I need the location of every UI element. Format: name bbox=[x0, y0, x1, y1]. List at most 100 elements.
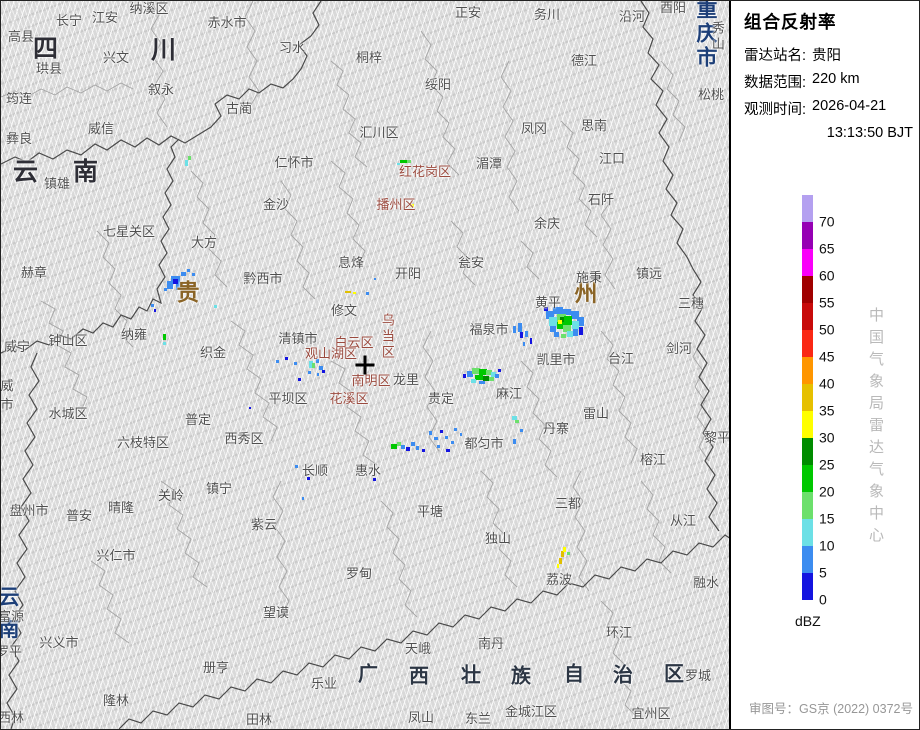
map-label: 珙县 bbox=[35, 61, 63, 77]
map-label: 镇雄 bbox=[43, 176, 71, 192]
legend-tick-label: 65 bbox=[819, 240, 835, 257]
map-label: 南 bbox=[72, 157, 100, 186]
radar-echo-cell bbox=[400, 160, 407, 163]
legend-tick-label: 40 bbox=[819, 375, 835, 392]
map-label: 修文 bbox=[330, 303, 358, 319]
legend-unit-label: dBZ bbox=[795, 613, 821, 629]
map-label: 云 bbox=[1, 586, 20, 609]
legend-tick-label: 70 bbox=[819, 213, 835, 230]
map-label: 乐业 bbox=[310, 676, 338, 692]
radar-echo-cell bbox=[154, 309, 156, 312]
map-label: 罗甸 bbox=[345, 566, 373, 582]
map-label: 大方 bbox=[190, 235, 218, 251]
legend-tick-label: 10 bbox=[819, 537, 835, 554]
map-label: 宜州区 bbox=[631, 706, 671, 722]
watermark: 中国气象局雷达气象中心 bbox=[867, 307, 884, 549]
radar-echo-cell bbox=[345, 291, 351, 293]
map-label: 古蔺 bbox=[225, 101, 253, 117]
map-label: 息烽 bbox=[337, 255, 365, 271]
map-label: 务川 bbox=[533, 7, 561, 23]
map-label: 独山 bbox=[484, 531, 512, 547]
legend-color-block bbox=[802, 195, 813, 222]
map-label: 都匀市 bbox=[464, 436, 504, 452]
radar-echo-cell bbox=[249, 407, 251, 409]
map-label: 贵定 bbox=[427, 391, 455, 407]
map-label: 乌当区 bbox=[379, 313, 395, 361]
radar-echo-cell bbox=[185, 160, 188, 166]
radar-echo-cell bbox=[437, 445, 440, 448]
radar-echo-cell bbox=[520, 332, 523, 338]
radar-echo-cell bbox=[440, 430, 443, 433]
legend-tick-label: 50 bbox=[819, 321, 835, 338]
map-label: 六枝特区 bbox=[116, 435, 170, 451]
map-label: 施秉 bbox=[575, 270, 603, 286]
info-panel: 组合反射率 雷达站名: 贵阳 数据范围: 220 km 观测时间: 2026-0… bbox=[729, 1, 919, 729]
radar-echo-cell bbox=[411, 442, 415, 446]
legend-tick-label: 45 bbox=[819, 348, 835, 365]
map-label: 麻江 bbox=[495, 386, 523, 402]
map-label: 榕江 bbox=[639, 452, 667, 468]
legend-color-block bbox=[802, 384, 813, 411]
map-label: 兴文 bbox=[102, 50, 130, 66]
radar-echo-cell bbox=[151, 304, 154, 307]
radar-echo-cell bbox=[373, 478, 376, 481]
map-label: 三都 bbox=[554, 496, 582, 512]
map-label: 天峨 bbox=[404, 641, 432, 657]
radar-echo-cell bbox=[513, 326, 516, 333]
map-label: 兴仁市 bbox=[96, 548, 136, 564]
map-label: 松桃 bbox=[697, 87, 725, 103]
map-label: 金沙 bbox=[262, 197, 290, 213]
radar-echo-cell bbox=[530, 338, 532, 344]
radar-echo-cell bbox=[407, 160, 411, 163]
radar-echo-cell bbox=[294, 362, 297, 365]
radar-echo-cell bbox=[518, 323, 522, 332]
radar-echo-cell bbox=[463, 374, 466, 378]
radar-echo-cell bbox=[163, 334, 166, 340]
map-label: 贵 bbox=[176, 278, 200, 305]
map-label: 汇川区 bbox=[359, 125, 399, 141]
map-label: 紫云 bbox=[250, 517, 278, 533]
radar-echo-cell bbox=[163, 342, 166, 345]
map-label: 剑河 bbox=[665, 341, 693, 357]
map-label: 凤山 bbox=[407, 710, 435, 726]
map-label: 四 bbox=[32, 34, 60, 63]
map-label: 兴义市 bbox=[39, 635, 79, 651]
map-label: 秀山 bbox=[709, 21, 725, 53]
map-label: 普定 bbox=[184, 412, 212, 428]
map-label: 清镇市 bbox=[278, 331, 318, 347]
obs-time-row: 观测时间: 2026-04-21 bbox=[744, 98, 919, 119]
legend-tick-label: 15 bbox=[819, 510, 835, 527]
range-row: 数据范围: 220 km bbox=[744, 71, 919, 92]
map-label: 三穗 bbox=[677, 296, 705, 312]
radar-echo-cell bbox=[374, 278, 376, 280]
legend-color-block bbox=[802, 546, 813, 573]
radar-echo-cell bbox=[181, 272, 186, 276]
legend-color-block bbox=[802, 330, 813, 357]
map-label: 南丹 bbox=[477, 636, 505, 652]
map-label: 福泉市 bbox=[469, 322, 509, 338]
map-label: 自 bbox=[564, 663, 584, 686]
map-label: 东兰 bbox=[464, 711, 492, 727]
map-label: 筠连 bbox=[5, 91, 33, 107]
legend-color-block bbox=[802, 222, 813, 249]
product-title: 组合反射率 bbox=[744, 12, 837, 32]
radar-echo-cell bbox=[513, 439, 516, 444]
radar-echo-cell bbox=[366, 292, 369, 295]
map-label: 瓮安 bbox=[457, 255, 485, 271]
map-label: 关岭 bbox=[157, 488, 185, 504]
map-label: 水城区 bbox=[48, 406, 88, 422]
radar-echo-cell bbox=[558, 320, 562, 324]
map-label: 金城江区 bbox=[504, 704, 558, 720]
map-label: 惠水 bbox=[354, 463, 382, 479]
radar-echo-cell bbox=[429, 431, 432, 435]
radar-echo-cell bbox=[554, 332, 559, 337]
radar-echo-cell bbox=[298, 378, 301, 381]
station-value: 贵阳 bbox=[812, 48, 842, 64]
map-label: 七星关区 bbox=[102, 224, 156, 240]
map-label: 江口 bbox=[598, 151, 626, 167]
legend-tick-label: 30 bbox=[819, 429, 835, 446]
map-label: 雷山 bbox=[582, 406, 610, 422]
radar-echo-cell bbox=[525, 331, 528, 337]
map-label: 普安 bbox=[65, 508, 93, 524]
legend-color-block bbox=[802, 438, 813, 465]
